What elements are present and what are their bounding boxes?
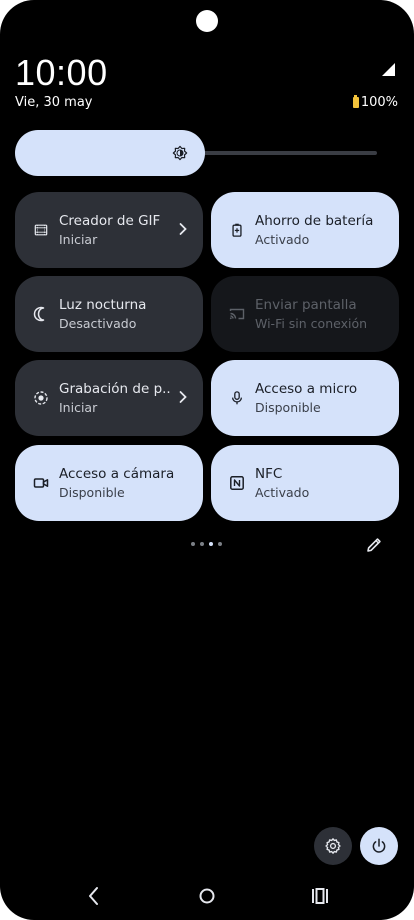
tile-subtitle: Activado bbox=[255, 232, 310, 247]
signal-icon bbox=[382, 63, 395, 76]
nfc-icon bbox=[229, 475, 245, 491]
back-icon[interactable] bbox=[87, 884, 101, 908]
status-clock: 10:00 bbox=[15, 52, 108, 93]
tile-gif-creator[interactable]: Creador de GIF Iniciar bbox=[15, 192, 203, 268]
tile-cast-screen[interactable]: Enviar pantalla Wi-Fi sin conexión bbox=[211, 276, 399, 352]
quick-settings-panel: 10:00 Vie, 30 may 100% Creador de GIF In… bbox=[0, 0, 414, 920]
tile-mic-access[interactable]: Acceso a micro Disponible bbox=[211, 360, 399, 436]
tile-subtitle: Desactivado bbox=[59, 316, 137, 331]
home-icon[interactable] bbox=[198, 884, 216, 908]
battery-status: 100% bbox=[352, 95, 398, 110]
brightness-icon bbox=[172, 145, 188, 161]
chevron-right-icon bbox=[179, 223, 187, 235]
screen-record-icon bbox=[33, 390, 49, 406]
tile-battery-saver[interactable]: Ahorro de batería Activado bbox=[211, 192, 399, 268]
tile-title: Acceso a cámara bbox=[59, 466, 175, 482]
cast-icon bbox=[229, 306, 245, 322]
battery-saver-icon bbox=[229, 222, 245, 238]
tile-subtitle: Disponible bbox=[255, 400, 321, 415]
tile-title: Enviar pantalla bbox=[255, 297, 357, 313]
tile-title: Creador de GIF bbox=[59, 213, 161, 229]
page-dot bbox=[191, 542, 195, 546]
recents-icon[interactable] bbox=[311, 884, 329, 908]
microphone-icon bbox=[229, 390, 245, 406]
battery-level: 100% bbox=[360, 95, 398, 110]
chevron-right-icon bbox=[179, 391, 187, 403]
page-dot bbox=[218, 542, 222, 546]
tile-title: Luz nocturna bbox=[59, 297, 147, 313]
tile-title: Acceso a micro bbox=[255, 381, 358, 397]
tile-nfc[interactable]: NFC Activado bbox=[211, 445, 399, 521]
page-dot bbox=[200, 542, 204, 546]
tile-night-light[interactable]: Luz nocturna Desactivado bbox=[15, 276, 203, 352]
front-camera-cutout bbox=[196, 10, 218, 32]
edit-pencil-icon[interactable] bbox=[365, 536, 383, 554]
tile-title: NFC bbox=[255, 466, 283, 482]
status-date: Vie, 30 may bbox=[15, 95, 93, 110]
tile-subtitle: Iniciar bbox=[59, 232, 98, 247]
gif-icon bbox=[33, 222, 49, 238]
tile-subtitle: Activado bbox=[255, 485, 310, 500]
power-icon bbox=[372, 838, 386, 853]
tile-title: Grabación de p.. bbox=[59, 381, 171, 397]
tile-subtitle: Disponible bbox=[59, 485, 125, 500]
gear-icon bbox=[325, 838, 341, 854]
tile-camera-access[interactable]: Acceso a cámara Disponible bbox=[15, 445, 203, 521]
tile-screen-record[interactable]: Grabación de p.. Iniciar bbox=[15, 360, 203, 436]
tile-subtitle: Wi-Fi sin conexión bbox=[255, 316, 368, 331]
battery-icon bbox=[352, 95, 359, 108]
tile-subtitle: Iniciar bbox=[59, 400, 98, 415]
settings-button[interactable] bbox=[314, 827, 352, 865]
page-dot-active bbox=[209, 542, 213, 546]
power-button[interactable] bbox=[360, 827, 398, 865]
tile-title: Ahorro de batería bbox=[255, 213, 374, 229]
moon-icon bbox=[33, 306, 49, 322]
page-indicator bbox=[191, 542, 222, 546]
camera-icon bbox=[33, 475, 49, 491]
